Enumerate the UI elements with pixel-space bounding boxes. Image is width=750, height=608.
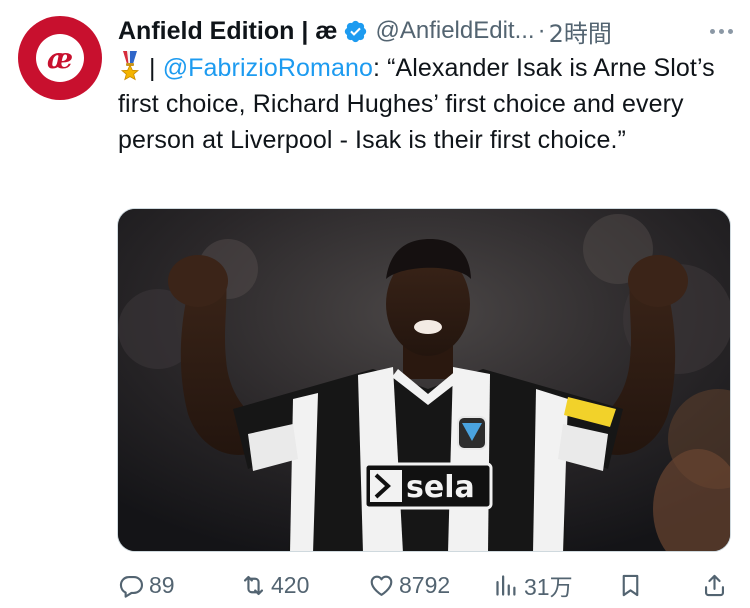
analytics-bars-icon	[496, 574, 516, 596]
tweet[interactable]: æ Anfield Edition | æ @AnfieldEdit... · …	[0, 0, 750, 608]
retweet-button[interactable]: 420	[240, 565, 309, 605]
tweet-actions: 89 420 8792 31万	[118, 565, 738, 607]
heart-icon	[370, 575, 393, 596]
mention-link[interactable]: @FabrizioRomano	[163, 54, 373, 82]
view-count: 31万	[524, 574, 573, 600]
player-celebration-photo: sela	[118, 209, 730, 551]
share-icon	[704, 574, 725, 596]
more-options-icon[interactable]	[706, 16, 736, 46]
reply-button[interactable]: 89	[118, 565, 175, 605]
views-button[interactable]: 31万	[493, 565, 573, 605]
tweet-header: Anfield Edition | æ @AnfieldEdit... · 2時…	[118, 13, 736, 49]
tweet-media-photo[interactable]: sela	[117, 208, 731, 552]
bookmark-button[interactable]	[617, 565, 644, 605]
verified-badge-icon	[345, 20, 367, 42]
text-pipe: |	[142, 54, 163, 82]
retweet-count: 420	[271, 571, 310, 598]
jersey-sponsor-text: sela	[406, 470, 475, 505]
retweet-icon	[243, 575, 264, 595]
timestamp[interactable]: 2時間	[549, 14, 612, 49]
avatar-logo: æ	[36, 34, 84, 82]
like-button[interactable]: 8792	[368, 565, 450, 605]
reply-icon	[119, 575, 144, 598]
separator-dot: ·	[537, 17, 546, 44]
like-count: 8792	[399, 571, 451, 598]
share-button[interactable]	[701, 565, 728, 605]
reply-count: 89	[149, 571, 175, 598]
military-medal-icon	[120, 51, 140, 81]
tweet-text: | @FabrizioRomano: “Alexander Isak is Ar…	[118, 50, 730, 158]
user-handle[interactable]: @AnfieldEdit...	[375, 17, 534, 45]
display-name[interactable]: Anfield Edition | æ	[118, 17, 337, 46]
avatar[interactable]: æ	[18, 16, 102, 100]
bookmark-icon	[622, 574, 639, 596]
